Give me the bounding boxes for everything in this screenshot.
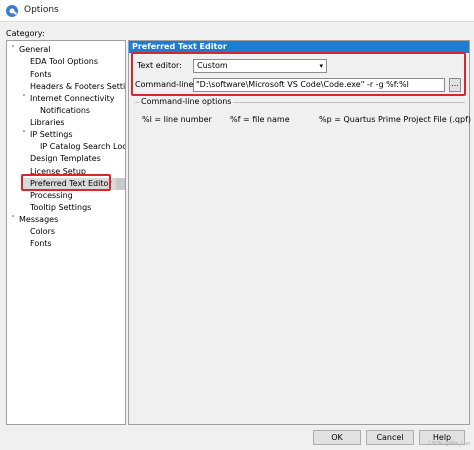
tree-item-processing[interactable]: Processing: [30, 190, 73, 202]
chevron-down-icon[interactable]: ˅: [20, 94, 28, 102]
command-line-options-title: Command-line options: [139, 97, 234, 106]
tree-item-colors[interactable]: Colors: [30, 226, 55, 238]
annotation-highlight-box: [21, 174, 111, 191]
chevron-down-icon[interactable]: ˅: [9, 45, 17, 53]
tree-scrollbar-thumb[interactable]: [116, 178, 125, 190]
tree-item-internet-connectivity[interactable]: Internet Connectivity: [30, 93, 114, 105]
watermark: CSDN @Win_Luo: [428, 441, 470, 447]
cancel-button[interactable]: Cancel: [366, 430, 414, 445]
var-line-number: %l = line number: [142, 115, 212, 124]
tree-item-headers-footers[interactable]: Headers & Footers Setting: [30, 81, 125, 93]
var-project-file: %p = Quartus Prime Project File (.qpf): [319, 115, 471, 124]
tree-item-tooltip-settings[interactable]: Tooltip Settings: [30, 202, 91, 214]
tree-item-general[interactable]: General: [19, 44, 51, 56]
ok-button[interactable]: OK: [313, 430, 361, 445]
tree-item-ip-settings[interactable]: IP Settings: [30, 129, 73, 141]
tree-item-fonts[interactable]: Fonts: [30, 69, 52, 81]
category-tree[interactable]: ˅ General EDA Tool Options Fonts Headers…: [6, 40, 126, 425]
tree-item-libraries[interactable]: Libraries: [30, 117, 65, 129]
tree-item-eda-tool-options[interactable]: EDA Tool Options: [30, 56, 98, 68]
settings-panel: Preferred Text Editor Text editor: Custo…: [128, 40, 471, 425]
annotation-highlight-box: [131, 52, 466, 96]
tree-item-messages[interactable]: Messages: [19, 214, 58, 226]
category-label: Category:: [6, 29, 45, 38]
window-title: Options: [24, 5, 59, 15]
chevron-down-icon[interactable]: ˅: [20, 130, 28, 138]
tree-item-design-templates[interactable]: Design Templates: [30, 153, 101, 165]
tree-item-ip-catalog-search[interactable]: IP Catalog Search Locat: [40, 141, 125, 153]
tree-item-messages-fonts[interactable]: Fonts: [30, 238, 52, 250]
title-bar: Options: [0, 0, 474, 22]
quartus-app-icon: [6, 5, 18, 17]
var-file-name: %f = file name: [230, 115, 290, 124]
tree-item-notifications[interactable]: Notifications: [40, 105, 90, 117]
chevron-down-icon[interactable]: ˅: [9, 215, 17, 223]
